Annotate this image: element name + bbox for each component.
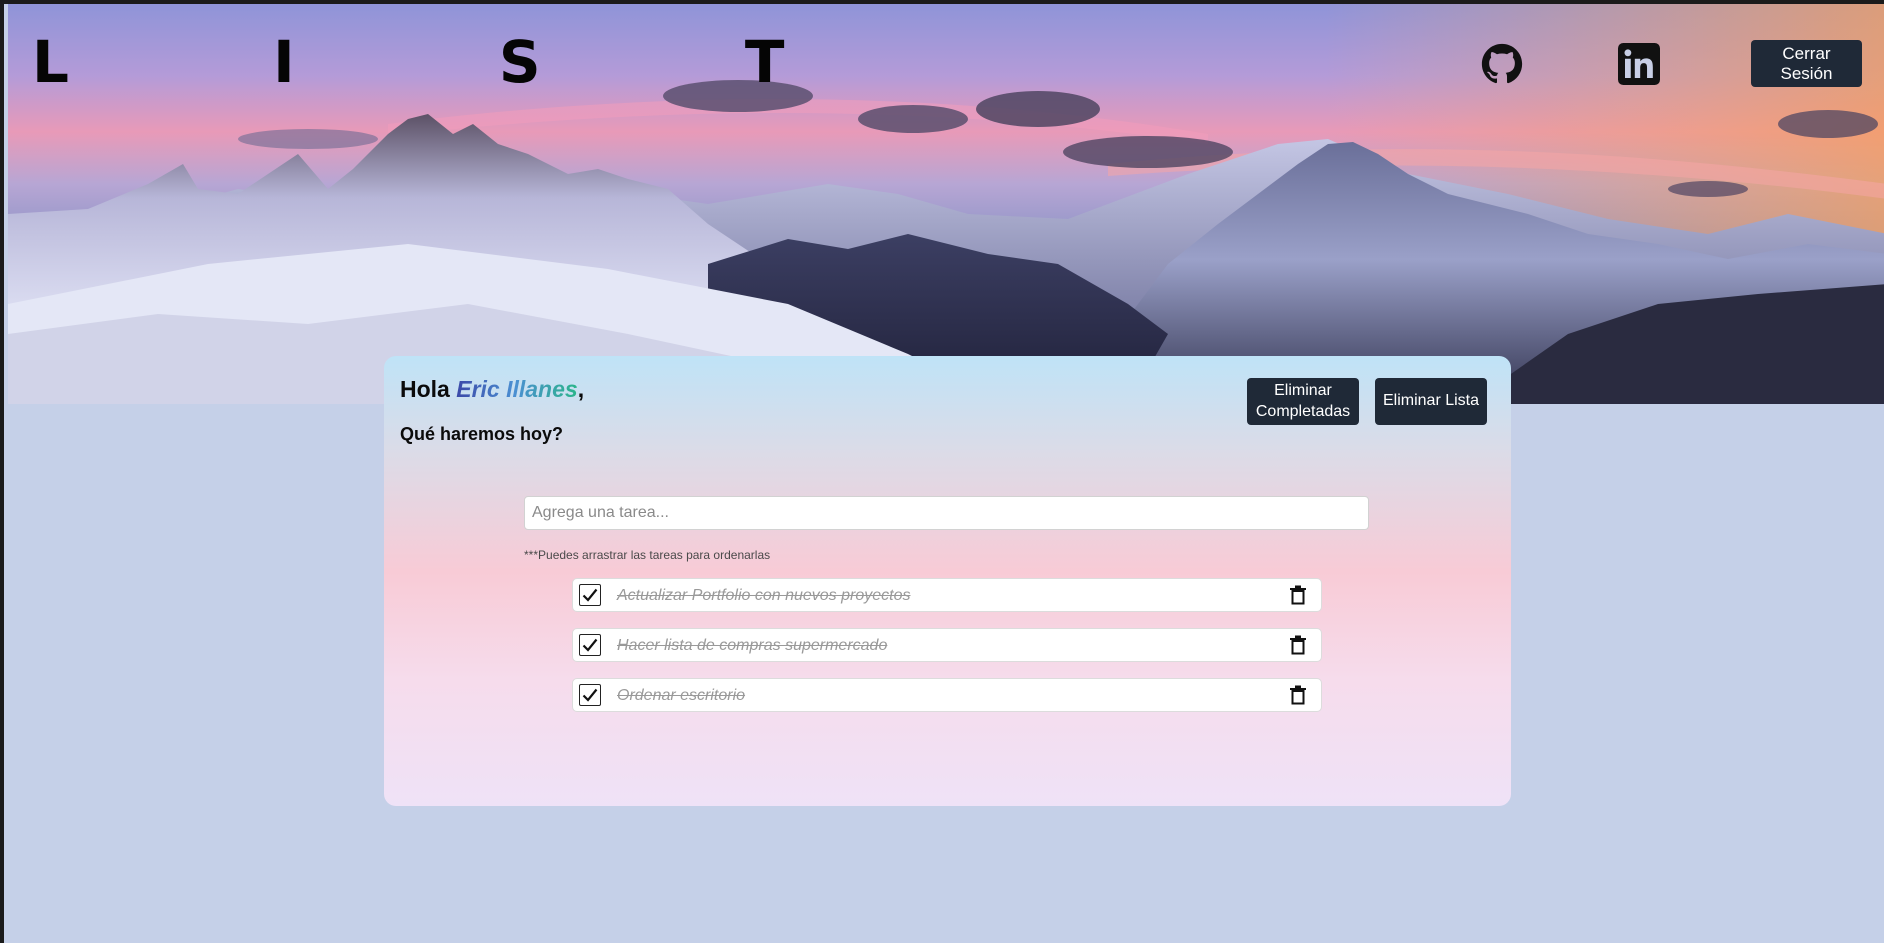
task-checkbox[interactable] — [579, 684, 601, 706]
trash-icon[interactable] — [1289, 635, 1307, 655]
github-icon[interactable] — [1481, 43, 1523, 85]
todo-card: Hola Eric Illanes, Qué haremos hoy? Elim… — [384, 356, 1511, 806]
task-text: Ordenar escritorio — [617, 687, 746, 704]
window-top-border — [4, 0, 1884, 4]
delete-completed-button[interactable]: Eliminar Completadas — [1247, 378, 1359, 425]
task-list: Actualizar Portfolio con nuevos proyecto… — [572, 578, 1322, 728]
trash-icon[interactable] — [1289, 685, 1307, 705]
greeting: Hola Eric Illanes, — [400, 376, 584, 403]
logout-button[interactable]: Cerrar Sesión — [1751, 40, 1862, 87]
checkmark-icon — [582, 688, 598, 702]
drag-hint: ***Puedes arrastrar las tareas para orde… — [524, 548, 771, 562]
task-text: Actualizar Portfolio con nuevos proyecto… — [617, 587, 911, 604]
app-logo: L I S T — [32, 28, 877, 96]
task-item[interactable]: Hacer lista de compras supermercado — [572, 628, 1322, 662]
greeting-suffix: , — [577, 376, 585, 402]
user-name: Eric Illanes — [456, 376, 578, 402]
task-text: Hacer lista de compras supermercado — [617, 637, 888, 654]
task-checkbox[interactable] — [579, 634, 601, 656]
add-task-input[interactable] — [524, 496, 1369, 530]
task-item[interactable]: Actualizar Portfolio con nuevos proyecto… — [572, 578, 1322, 612]
checkmark-icon — [582, 588, 598, 602]
task-checkbox[interactable] — [579, 584, 601, 606]
page-subtitle: Qué haremos hoy? — [400, 424, 564, 444]
task-item[interactable]: Ordenar escritorio — [572, 678, 1322, 712]
delete-list-button[interactable]: Eliminar Lista — [1375, 378, 1487, 425]
linkedin-icon[interactable] — [1618, 43, 1660, 85]
trash-icon[interactable] — [1289, 585, 1307, 605]
checkmark-icon — [582, 638, 598, 652]
greeting-prefix: Hola — [400, 376, 450, 402]
